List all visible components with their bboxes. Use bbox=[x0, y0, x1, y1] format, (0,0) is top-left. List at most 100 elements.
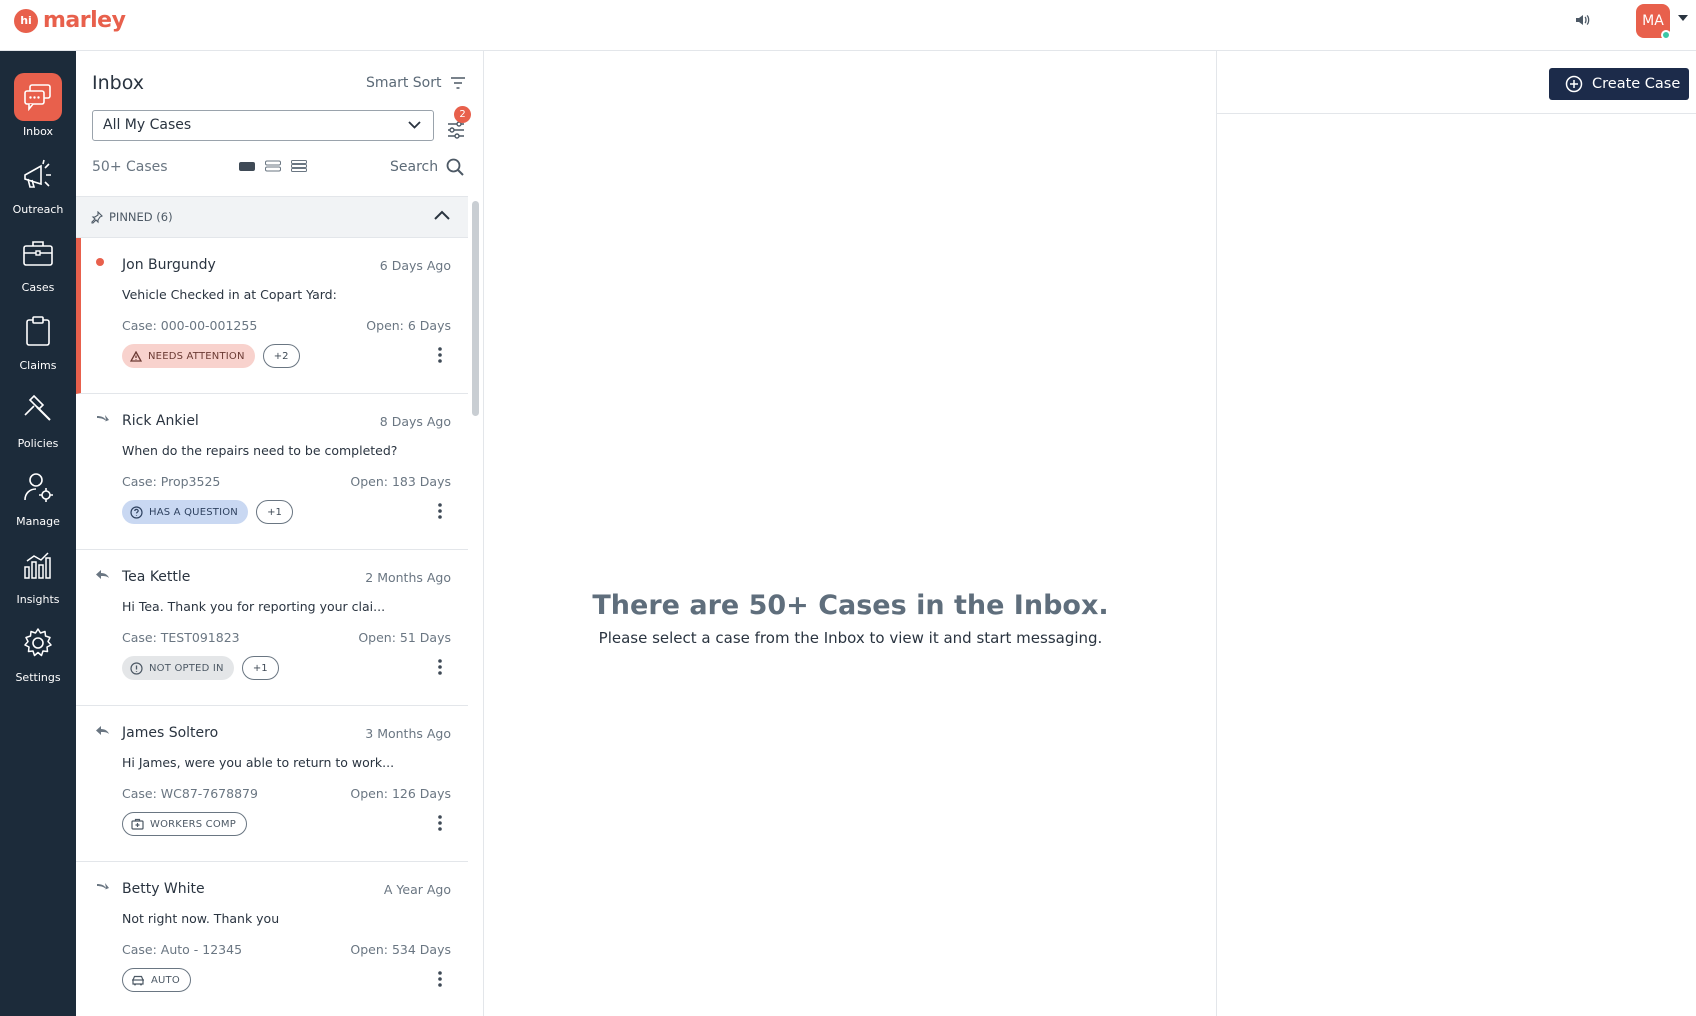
more-tags-badge[interactable]: +1 bbox=[241, 656, 279, 680]
tag-label: AUTO bbox=[151, 974, 180, 986]
forward-arrow-icon bbox=[96, 413, 110, 425]
case-message-preview: Vehicle Checked in at Copart Yard: bbox=[122, 287, 337, 302]
bar-chart-icon bbox=[14, 541, 62, 589]
case-tags: WORKERS COMP bbox=[122, 812, 247, 836]
case-open-duration: Open: 6 Days bbox=[366, 318, 451, 333]
logo-text: marley bbox=[43, 8, 126, 33]
inbox-panel: Inbox Smart Sort All My Cases 2 50+ Case… bbox=[76, 51, 484, 1016]
needs-attention-tag: NEEDS ATTENTION bbox=[122, 344, 255, 368]
sidebar-item-outreach[interactable]: Outreach bbox=[0, 151, 76, 229]
online-status-indicator bbox=[1661, 30, 1671, 40]
sidebar-item-settings[interactable]: Settings bbox=[0, 619, 76, 697]
case-filter-value: All My Cases bbox=[103, 117, 192, 133]
case-last-activity: 2 Months Ago bbox=[365, 570, 451, 585]
pinned-section-header[interactable]: PINNED (6) bbox=[76, 197, 468, 238]
case-last-activity: A Year Ago bbox=[383, 882, 451, 897]
case-open-duration: Open: 534 Days bbox=[350, 942, 451, 957]
search-button[interactable]: Search bbox=[390, 158, 464, 176]
case-number: Case: Prop3525 bbox=[122, 474, 221, 489]
tag-label: NEEDS ATTENTION bbox=[148, 350, 245, 362]
unread-dot-icon bbox=[96, 258, 104, 266]
case-customer-name: Tea Kettle bbox=[122, 569, 191, 585]
inbox-title: Inbox bbox=[92, 72, 144, 94]
case-filter-select[interactable]: All My Cases bbox=[92, 110, 434, 141]
car-icon bbox=[131, 975, 145, 986]
nav-label: Claims bbox=[19, 359, 57, 372]
case-tags: AUTO bbox=[122, 968, 191, 992]
sidebar-item-claims[interactable]: Claims bbox=[0, 307, 76, 385]
search-icon bbox=[446, 158, 464, 176]
case-open-duration: Open: 126 Days bbox=[350, 786, 451, 801]
forward-arrow-icon bbox=[96, 881, 110, 893]
sidebar-item-policies[interactable]: Policies bbox=[0, 385, 76, 463]
sidebar-item-cases[interactable]: Cases bbox=[0, 229, 76, 307]
kebab-menu-icon[interactable] bbox=[438, 659, 442, 675]
case-tags: HAS A QUESTION +1 bbox=[122, 500, 293, 524]
kebab-menu-icon[interactable] bbox=[438, 503, 442, 519]
empty-state-title: There are 50+ Cases in the Inbox. bbox=[592, 590, 1109, 621]
marley-logo[interactable]: hi marley bbox=[14, 8, 126, 33]
case-list-item[interactable]: James Soltero 3 Months Ago Hi James, wer… bbox=[76, 706, 468, 862]
workers-comp-tag: WORKERS COMP bbox=[122, 812, 247, 836]
tag-label: WORKERS COMP bbox=[150, 818, 236, 830]
case-open-duration: Open: 183 Days bbox=[350, 474, 451, 489]
medium-view-icon[interactable] bbox=[265, 160, 281, 172]
case-details-panel: Create Case bbox=[1217, 51, 1696, 1016]
case-customer-name: Betty White bbox=[122, 881, 205, 897]
chevron-down-icon bbox=[408, 121, 421, 129]
chevron-up-icon[interactable] bbox=[434, 210, 450, 220]
search-label: Search bbox=[390, 159, 439, 175]
kebab-menu-icon[interactable] bbox=[438, 815, 442, 831]
chevron-down-icon[interactable] bbox=[1678, 14, 1688, 22]
pin-icon bbox=[90, 210, 103, 224]
nav-label: Settings bbox=[15, 671, 61, 684]
case-number: Case: 000-00-001255 bbox=[122, 318, 258, 333]
reply-arrow-icon bbox=[96, 569, 110, 581]
case-message-preview: Hi James, were you able to return to wor… bbox=[122, 755, 395, 770]
tag-label: NOT OPTED IN bbox=[149, 662, 224, 674]
case-list-item[interactable]: Jon Burgundy 6 Days Ago Vehicle Checked … bbox=[76, 238, 468, 394]
main-navigation: Inbox Outreach Cases Claims Policies Man… bbox=[0, 51, 76, 1016]
case-number: Case: TEST091823 bbox=[122, 630, 240, 645]
chat-bubbles-icon bbox=[14, 73, 62, 121]
case-tags: NOT OPTED IN +1 bbox=[122, 656, 279, 680]
case-list-scrollbar[interactable] bbox=[472, 201, 479, 416]
sidebar-item-insights[interactable]: Insights bbox=[0, 541, 76, 619]
case-number: Case: Auto - 12345 bbox=[122, 942, 243, 957]
speaker-icon[interactable] bbox=[1574, 11, 1592, 29]
sidebar-item-inbox[interactable]: Inbox bbox=[0, 73, 76, 151]
case-customer-name: Jon Burgundy bbox=[122, 257, 216, 273]
list-view-icon[interactable] bbox=[291, 160, 307, 172]
auto-tag: AUTO bbox=[122, 968, 191, 992]
case-message-preview: Hi Tea. Thank you for reporting your cla… bbox=[122, 599, 386, 614]
more-tags-badge[interactable]: +1 bbox=[255, 500, 293, 524]
case-list-item[interactable]: Tea Kettle 2 Months Ago Hi Tea. Thank yo… bbox=[76, 550, 468, 706]
details-header: Create Case bbox=[1217, 51, 1696, 114]
more-tags-badge[interactable]: +2 bbox=[262, 344, 300, 368]
smart-sort-button[interactable]: Smart Sort bbox=[366, 75, 466, 91]
nav-label: Cases bbox=[21, 281, 55, 294]
case-list-item[interactable]: Betty White A Year Ago Not right now. Th… bbox=[76, 862, 468, 1016]
clipboard-icon bbox=[14, 307, 62, 355]
user-gear-icon bbox=[14, 463, 62, 511]
sidebar-item-manage[interactable]: Manage bbox=[0, 463, 76, 541]
kebab-menu-icon[interactable] bbox=[438, 347, 442, 363]
not-opted-in-tag: NOT OPTED IN bbox=[122, 656, 234, 680]
case-message-preview: Not right now. Thank you bbox=[122, 911, 280, 926]
sort-filter-icon bbox=[450, 76, 466, 90]
create-case-button[interactable]: Create Case bbox=[1549, 68, 1689, 100]
case-list: PINNED (6) Jon Burgundy 6 Days Ago Vehic… bbox=[76, 196, 468, 1016]
view-density-toggles bbox=[239, 160, 307, 172]
case-open-duration: Open: 51 Days bbox=[358, 630, 451, 645]
case-list-item[interactable]: Rick Ankiel 8 Days Ago When do the repai… bbox=[76, 394, 468, 550]
kebab-menu-icon[interactable] bbox=[438, 971, 442, 987]
plus-circle-icon bbox=[1565, 75, 1583, 93]
medical-kit-icon bbox=[131, 818, 144, 830]
compact-view-icon[interactable] bbox=[239, 160, 255, 172]
case-number: Case: WC87-7678879 bbox=[122, 786, 258, 801]
nav-label: Insights bbox=[16, 593, 60, 606]
empty-state-subtitle: Please select a case from the Inbox to v… bbox=[598, 629, 1103, 647]
case-customer-name: James Soltero bbox=[122, 725, 219, 741]
logo-badge: hi bbox=[14, 8, 38, 33]
case-message-preview: When do the repairs need to be completed… bbox=[122, 443, 398, 458]
